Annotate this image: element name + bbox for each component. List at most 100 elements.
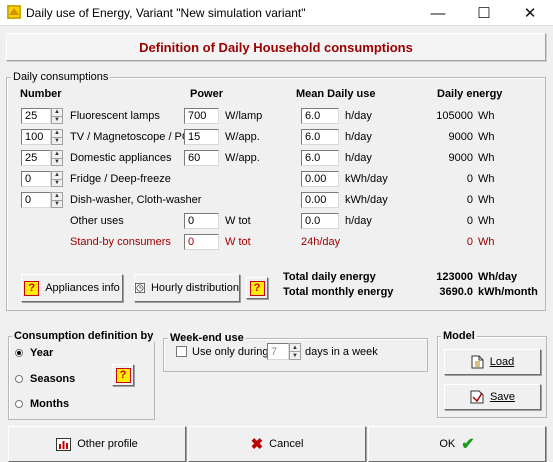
energy-value-fluorescent: 105000: [436, 110, 473, 122]
radio-year[interactable]: [15, 349, 23, 357]
mean-unit-tv: h/day: [345, 131, 372, 143]
daily-consumptions-legend: Daily consumptions: [11, 71, 111, 83]
power-input-other-uses[interactable]: 0: [184, 213, 219, 229]
mean-unit-domestic: h/day: [345, 152, 372, 164]
load-icon: [471, 355, 484, 369]
energy-value-domestic: 9000: [448, 152, 473, 164]
total-daily-label: Total daily energy: [283, 271, 376, 283]
other-profile-button[interactable]: Other profile: [8, 426, 186, 462]
header-number: Number: [20, 88, 62, 100]
weekend-checkbox[interactable]: [176, 346, 187, 357]
mean-input-fluorescent[interactable]: 6.0: [301, 108, 339, 124]
mean-input-domestic[interactable]: 6.0: [301, 150, 339, 166]
energy-value-other-uses: 0: [466, 215, 473, 227]
clock-icon: [135, 283, 145, 293]
power-unit-tv: W/app.: [225, 131, 260, 143]
app-icon: [7, 5, 21, 19]
row-label-domestic: Domestic appliances: [70, 152, 172, 164]
mean-unit-dishwasher: kWh/day: [345, 194, 388, 206]
row-label-dishwasher: Dish-washer, Cloth-washer: [70, 194, 202, 206]
mean-unit-other-uses: h/day: [345, 215, 372, 227]
energy-unit-fridge: Wh: [478, 173, 495, 185]
consumption-definition-legend: Consumption definition by: [12, 330, 156, 342]
cancel-icon: ✖: [250, 436, 264, 453]
number-input-tv[interactable]: 100: [21, 129, 51, 145]
power-input-fluorescent[interactable]: 700: [184, 108, 219, 124]
energy-value-dishwasher: 0: [466, 194, 473, 206]
ok-button[interactable]: OK ✔: [368, 426, 546, 462]
total-monthly-label: Total monthly energy: [283, 286, 394, 298]
radio-year-label: Year: [30, 347, 54, 359]
maximize-button[interactable]: ☐: [461, 0, 507, 26]
help-icon: ?: [249, 280, 265, 296]
power-unit-standby: W tot: [225, 236, 251, 248]
energy-value-tv: 9000: [448, 131, 473, 143]
energy-unit-fluorescent: Wh: [478, 110, 495, 122]
energy-value-fridge: 0: [466, 173, 473, 185]
appliances-info-button[interactable]: ? Appliances info: [21, 274, 123, 302]
row-label-standby: Stand-by consumers: [70, 236, 171, 248]
power-input-tv[interactable]: 15: [184, 129, 219, 145]
total-monthly-value: 3690.0: [439, 286, 473, 298]
total-daily-unit: Wh/day: [478, 271, 518, 283]
weekend-days-input[interactable]: 7: [267, 343, 289, 360]
total-monthly-unit: kWh/month: [478, 286, 538, 298]
mean-input-dishwasher[interactable]: 0.00: [301, 192, 339, 208]
power-input-domestic[interactable]: 60: [184, 150, 219, 166]
power-unit-other-uses: W tot: [225, 215, 251, 227]
energy-unit-other-uses: Wh: [478, 215, 495, 227]
mean-unit-fridge: kWh/day: [345, 173, 388, 185]
hourly-help-button[interactable]: ?: [246, 277, 268, 299]
row-label-fridge: Fridge / Deep-freeze: [70, 173, 171, 185]
energy-unit-dishwasher: Wh: [478, 194, 495, 206]
energy-unit-tv: Wh: [478, 131, 495, 143]
minimize-button[interactable]: —: [415, 0, 461, 26]
header-daily-energy: Daily energy: [437, 88, 503, 100]
model-legend: Model: [441, 330, 477, 342]
cancel-button[interactable]: ✖ Cancel: [188, 426, 366, 462]
page-title: Definition of Daily Household consumptio…: [6, 33, 546, 61]
load-label: Load: [489, 356, 515, 368]
number-input-domestic[interactable]: 25: [21, 150, 51, 166]
number-input-fridge[interactable]: 0: [21, 171, 51, 187]
chart-icon: [56, 437, 72, 451]
energy-unit-domestic: Wh: [478, 152, 495, 164]
number-input-dishwasher[interactable]: 0: [21, 192, 51, 208]
number-spinner-fluorescent[interactable]: ▲ ▼: [51, 108, 63, 124]
save-button[interactable]: Save: [444, 384, 541, 410]
power-input-standby[interactable]: 0: [184, 234, 219, 250]
other-profile-label: Other profile: [77, 438, 138, 450]
cancel-label: Cancel: [269, 438, 304, 450]
energy-value-standby: 0: [466, 236, 473, 248]
number-input-fluorescent[interactable]: 25: [21, 108, 51, 124]
appliances-info-label: Appliances info: [45, 282, 120, 294]
radio-seasons[interactable]: [15, 375, 23, 383]
hourly-distribution-label: Hourly distribution: [150, 282, 239, 294]
radio-months-label: Months: [30, 398, 70, 410]
hourly-distribution-button[interactable]: Hourly distribution: [134, 274, 240, 302]
row-label-fluorescent: Fluorescent lamps: [70, 110, 160, 122]
mean-input-other-uses[interactable]: 0.0: [301, 213, 339, 229]
power-unit-domestic: W/app.: [225, 152, 260, 164]
row-label-other-uses: Other uses: [70, 215, 124, 227]
number-spinner-tv[interactable]: ▲ ▼: [51, 129, 63, 145]
number-spinner-fridge[interactable]: ▲ ▼: [51, 171, 63, 187]
window-title: Daily use of Energy, Variant "New simula…: [26, 6, 306, 20]
save-icon: [470, 390, 484, 404]
save-label: Save: [489, 391, 516, 403]
close-button[interactable]: ✕: [507, 0, 553, 26]
weekend-days-spinner[interactable]: ▲ ▼: [289, 343, 301, 360]
consumption-help-button[interactable]: ?: [112, 364, 134, 386]
help-icon: ?: [115, 367, 131, 383]
number-spinner-dishwasher[interactable]: ▲ ▼: [51, 192, 63, 208]
mean-input-tv[interactable]: 6.0: [301, 129, 339, 145]
radio-months[interactable]: [15, 400, 23, 408]
mean-text-standby: 24h/day: [301, 236, 341, 248]
energy-unit-standby: Wh: [478, 236, 495, 248]
load-button[interactable]: Load: [444, 349, 541, 375]
checkmark-icon: ✔: [461, 436, 475, 453]
total-daily-value: 123000: [436, 271, 473, 283]
mean-input-fridge[interactable]: 0.00: [301, 171, 339, 187]
number-spinner-domestic[interactable]: ▲ ▼: [51, 150, 63, 166]
mean-unit-fluorescent: h/day: [345, 110, 372, 122]
